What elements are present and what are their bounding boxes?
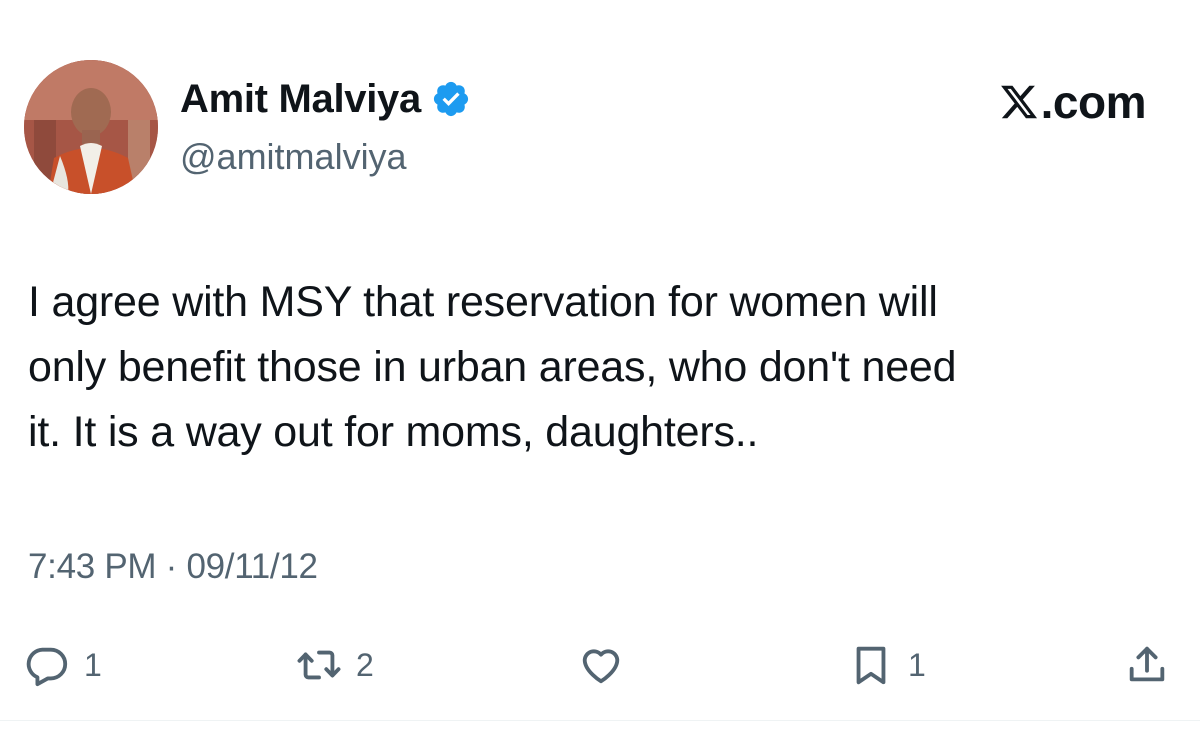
retweet-button[interactable]: 2 (296, 628, 374, 702)
tweet-timestamp[interactable]: 7:43 PM · 09/11/12 (28, 544, 318, 590)
divider (0, 720, 1200, 721)
x-logo-icon (998, 82, 1041, 122)
bookmark-icon (848, 642, 894, 688)
avatar[interactable] (24, 60, 158, 194)
heart-icon (578, 642, 624, 688)
brand-domain: .com (1040, 76, 1147, 128)
bookmark-count: 1 (908, 646, 926, 683)
tweet-card: Amit Malviya @amitmalviya .com I agree w… (0, 0, 1200, 742)
reply-button[interactable]: 1 (24, 628, 102, 702)
author-handle[interactable]: @amitmalviya (180, 134, 407, 180)
bookmark-button[interactable]: 1 (848, 628, 926, 702)
avatar-photo (24, 60, 158, 194)
retweet-count: 2 (356, 646, 374, 683)
display-name[interactable]: Amit Malviya (180, 74, 421, 124)
retweet-icon (296, 642, 342, 688)
author-name-row[interactable]: Amit Malviya (180, 74, 471, 124)
brand-label: .com (998, 74, 1147, 130)
action-bar: 1 2 1 (0, 628, 1200, 702)
share-icon (1124, 642, 1170, 688)
like-button[interactable] (578, 628, 638, 702)
reply-count: 1 (84, 646, 102, 683)
share-button[interactable] (1124, 628, 1170, 702)
reply-icon (24, 642, 70, 688)
verified-badge-icon (431, 79, 471, 119)
tweet-text: I agree with MSY that reservation for wo… (28, 278, 957, 456)
